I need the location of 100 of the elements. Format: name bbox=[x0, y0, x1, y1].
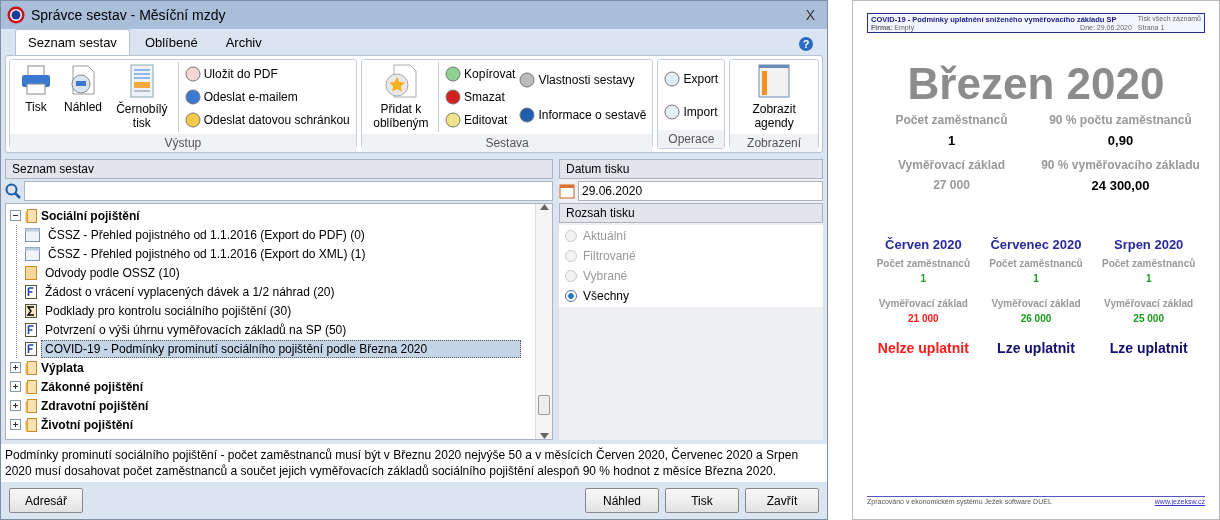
expand-icon[interactable] bbox=[10, 419, 21, 430]
scroll-down-icon[interactable] bbox=[539, 433, 549, 439]
ribbon-button[interactable]: Odeslat datovou schránkou bbox=[184, 112, 350, 129]
ribbon-button[interactable]: Export bbox=[664, 70, 719, 87]
stat-label: Vyměřovací základ bbox=[991, 298, 1081, 309]
stat-label: Počet zaměstnanců bbox=[895, 113, 1008, 127]
stat-value: 26 000 bbox=[1020, 313, 1052, 324]
close-button[interactable]: X bbox=[799, 7, 821, 23]
group-label: Operace bbox=[658, 130, 725, 148]
tree-item[interactable]: Odvody podle OSSZ (10) bbox=[41, 263, 184, 282]
printer-icon bbox=[20, 64, 52, 96]
tab[interactable]: Oblíbené bbox=[131, 29, 211, 55]
verdict-text: Lze uplatnit bbox=[1109, 340, 1188, 356]
description-text: Podmínky prominutí sociálního pojištění - počet zaměstnanců musí být v Březnu 2020 nejvýše 50 a v měsících Červen 2020, Červenec 2020 a Srpen 2020 musí dosahovat počet zaměstnanců a součet jejich vyměřovacích základů sociálního pojištění alespoň 90 % hodnot z měsíce Března 2020. bbox=[1, 444, 827, 482]
calendar-icon bbox=[559, 183, 575, 199]
ribbon-button[interactable]: Tisk bbox=[16, 62, 56, 132]
folder-icon bbox=[25, 398, 37, 413]
stat-label: Vyměřovací základ bbox=[1104, 298, 1194, 309]
ribbon-button[interactable]: Import bbox=[664, 103, 719, 120]
search-field[interactable] bbox=[24, 181, 553, 201]
ribbon-button[interactable]: Zobrazit agendy bbox=[736, 62, 812, 132]
verdict-text: Nelze uplatnit bbox=[877, 340, 969, 356]
tree-group[interactable]: Zdravotní pojištění bbox=[41, 398, 149, 413]
stat-value: 1 bbox=[1145, 273, 1152, 284]
group-label: Výstup bbox=[10, 134, 356, 152]
report-icon bbox=[25, 341, 37, 356]
ribbon-button[interactable]: Vlastnosti sestavy bbox=[519, 71, 647, 88]
ribbon-button[interactable]: Náhled bbox=[60, 62, 107, 132]
window-title: Správce sestav - Měsíční mzdy bbox=[31, 7, 227, 23]
form-icon bbox=[25, 246, 40, 261]
expand-icon[interactable] bbox=[10, 400, 21, 411]
stat-value: 1 bbox=[947, 133, 956, 148]
stat-label: 90 % počtu zaměstnanců bbox=[1049, 113, 1192, 127]
dialog-button[interactable]: Tisk bbox=[665, 488, 739, 513]
folder-icon bbox=[25, 379, 37, 394]
folder-icon bbox=[25, 360, 37, 375]
dialog-button[interactable]: Zavřít bbox=[745, 488, 819, 513]
panel-header: Rozsah tisku bbox=[559, 203, 823, 223]
tree-item[interactable]: COVID-19 - Podmínky prominutí sociálního pojištění podle Března 2020 bbox=[41, 339, 521, 358]
expand-icon[interactable] bbox=[10, 381, 21, 392]
month-name: Srpen 2020 bbox=[1113, 237, 1184, 252]
tab[interactable]: Seznam sestav bbox=[15, 29, 130, 55]
folder-icon bbox=[25, 265, 37, 280]
search-icon bbox=[5, 183, 21, 199]
stat-value: 1 bbox=[920, 273, 927, 284]
stat-value: 21 000 bbox=[908, 313, 939, 324]
scrollbar[interactable] bbox=[535, 204, 552, 439]
help-button[interactable]: ? bbox=[799, 37, 813, 51]
collapse-icon[interactable] bbox=[10, 210, 21, 221]
report-icon bbox=[25, 322, 37, 337]
panel-header: Seznam sestav bbox=[5, 159, 553, 179]
ribbon-button[interactable]: Kopírovat bbox=[445, 65, 516, 82]
stat-value: 25 000 bbox=[1133, 313, 1164, 324]
tree-item[interactable]: Podklady pro kontrolu sociálního pojištění (30) bbox=[41, 301, 296, 320]
radio-option[interactable]: Všechny bbox=[565, 289, 817, 303]
ribbon-button[interactable]: Odeslat e-mailem bbox=[184, 89, 350, 105]
stat-value: 24 300,00 bbox=[1091, 178, 1150, 193]
ribbon-button[interactable]: Editovat bbox=[445, 112, 516, 129]
ribbon-button[interactable]: Uložit do PDF bbox=[184, 65, 350, 82]
group-label: Zobrazení bbox=[730, 134, 818, 152]
tree-group[interactable]: Zákonné pojištění bbox=[41, 379, 143, 394]
document-icon bbox=[127, 64, 156, 98]
star-icon bbox=[383, 64, 418, 98]
scroll-up-icon[interactable] bbox=[539, 204, 549, 210]
dialog-button[interactable]: Náhled bbox=[585, 488, 659, 513]
month-name: Červen 2020 bbox=[885, 237, 962, 252]
tree-group[interactable]: Sociální pojištění bbox=[41, 208, 140, 223]
tab[interactable]: Archiv bbox=[212, 29, 275, 55]
stat-label: Počet zaměstnanců bbox=[876, 258, 970, 269]
stat-label: 90 % vyměřovacího základu bbox=[1041, 158, 1200, 172]
tree-item[interactable]: Potvrzení o výši úhrnu vyměřovacích základů na SP (50) bbox=[41, 320, 351, 339]
dialog-button[interactable]: Adresář bbox=[9, 488, 83, 513]
tree-item[interactable]: Žádost o vrácení vyplacených dávek a 1/2 náhrad (20) bbox=[41, 282, 339, 301]
ribbon-button[interactable]: Černobílý tisk bbox=[110, 62, 174, 132]
sigma-icon bbox=[25, 303, 37, 318]
panel-icon bbox=[758, 64, 791, 98]
tree-group[interactable]: Životní pojištění bbox=[41, 417, 133, 432]
stat-label: Počet zaměstnanců bbox=[1101, 258, 1196, 269]
tree-item[interactable]: ČSSZ - Přehled pojistného od 1.1.2016 (Export do PDF) (0) bbox=[44, 225, 369, 244]
stat-label: Počet zaměstnanců bbox=[989, 258, 1083, 269]
group-label: Sestava bbox=[361, 134, 653, 152]
ribbon-button[interactable]: Informace o sestavě bbox=[519, 106, 647, 123]
ribbon-button[interactable]: Přidat k oblíbeným bbox=[367, 62, 435, 132]
scroll-thumb[interactable] bbox=[538, 395, 550, 415]
report-icon bbox=[25, 284, 37, 299]
stat-value: 1 bbox=[1033, 273, 1039, 284]
tree-item[interactable]: ČSSZ - Přehled pojistného od 1.1.2016 (Export do XML) (1) bbox=[44, 244, 370, 263]
folder-icon bbox=[25, 208, 37, 223]
date-field[interactable]: 29.06.2020 bbox=[578, 181, 823, 201]
verdict-text: Lze uplatnit bbox=[997, 340, 1075, 356]
stat-value: 0,90 bbox=[1107, 133, 1134, 148]
month-name: Červenec 2020 bbox=[990, 237, 1082, 252]
tree-group[interactable]: Výplata bbox=[41, 360, 84, 375]
report-heading: Březen 2020 bbox=[906, 59, 1166, 109]
expand-icon[interactable] bbox=[10, 362, 21, 373]
ribbon-button[interactable]: Smazat bbox=[445, 89, 516, 105]
radio-button[interactable] bbox=[565, 290, 577, 302]
panel-header: Datum tisku bbox=[559, 159, 823, 179]
stat-label: Vyměřovací základ bbox=[878, 298, 968, 309]
form-icon bbox=[25, 227, 40, 242]
